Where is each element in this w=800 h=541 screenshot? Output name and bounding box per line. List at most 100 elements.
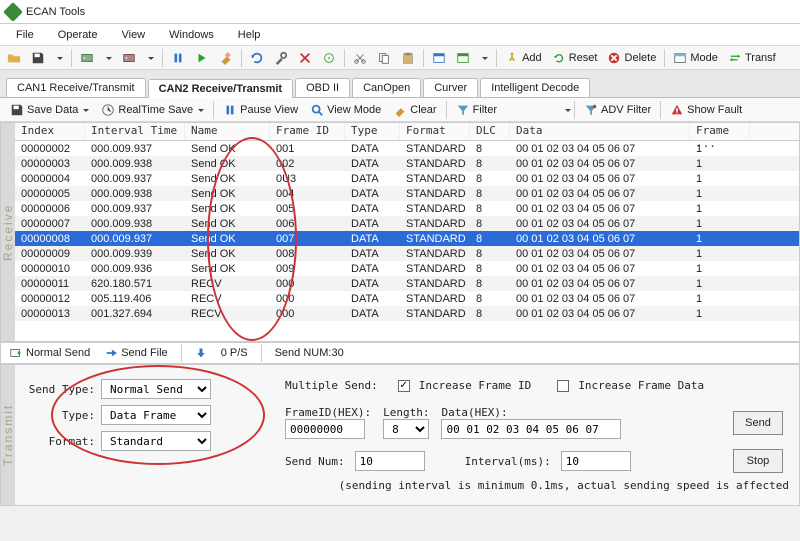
cell-fmt: STANDARD bbox=[400, 143, 470, 155]
increase-framedata-checkbox[interactable] bbox=[557, 380, 569, 392]
col-type[interactable]: Type bbox=[345, 123, 400, 140]
sendnum-input[interactable] bbox=[355, 451, 425, 471]
type-select[interactable]: Data Frame bbox=[101, 405, 211, 425]
device1-dropdown[interactable] bbox=[100, 53, 116, 63]
cell-name: Send OK bbox=[185, 263, 270, 275]
menu-help[interactable]: Help bbox=[226, 27, 273, 43]
refresh-button[interactable] bbox=[246, 49, 268, 67]
tools-button[interactable] bbox=[270, 49, 292, 67]
menu-file[interactable]: File bbox=[4, 27, 46, 43]
length-select[interactable]: 8 bbox=[383, 419, 429, 439]
col-format[interactable]: Format bbox=[400, 123, 470, 140]
cell-fmt: STANDARD bbox=[400, 233, 470, 245]
clear-button[interactable]: Clear bbox=[389, 101, 440, 119]
add-button[interactable]: Add bbox=[501, 49, 546, 67]
window2-button[interactable] bbox=[452, 49, 474, 67]
table-row[interactable]: 00000009000.009.939Send OK008DATASTANDAR… bbox=[15, 246, 799, 261]
window1-button[interactable] bbox=[428, 49, 450, 67]
filter-dropdown[interactable] bbox=[563, 104, 571, 116]
datahex-input[interactable] bbox=[441, 419, 621, 439]
cell-name: Send OK bbox=[185, 158, 270, 170]
sendtype-select[interactable]: Normal Send bbox=[101, 379, 211, 399]
table-row[interactable]: 00000004000.009.937Send OK0U3DATASTANDAR… bbox=[15, 171, 799, 186]
format-select[interactable]: Standard bbox=[101, 431, 211, 451]
transfer-button[interactable]: Transf bbox=[724, 49, 780, 67]
cell-fmt: STANDARD bbox=[400, 248, 470, 260]
stop-button[interactable]: Stop bbox=[733, 449, 783, 473]
table-row[interactable]: 00000013001.327.694RECV000DATASTANDARD80… bbox=[15, 306, 799, 321]
send-button[interactable]: Send bbox=[733, 411, 783, 435]
frameid-input[interactable] bbox=[285, 419, 365, 439]
menu-windows[interactable]: Windows bbox=[157, 27, 226, 43]
cell-dlc: 8 bbox=[470, 143, 510, 155]
cell-data: 00 01 02 03 04 05 06 07 bbox=[510, 248, 690, 260]
savedata-button[interactable]: Save Data bbox=[6, 101, 93, 119]
save-button[interactable] bbox=[27, 49, 49, 67]
table-row[interactable]: 00000002000.009.937Send OK001DATASTANDAR… bbox=[15, 141, 799, 156]
open-button[interactable] bbox=[3, 49, 25, 67]
col-name[interactable]: Name bbox=[185, 123, 270, 140]
increase-frameid-checkbox[interactable] bbox=[398, 380, 410, 392]
delete-button[interactable] bbox=[294, 49, 316, 67]
separator bbox=[213, 101, 214, 119]
col-frameid[interactable]: Frame ID bbox=[270, 123, 345, 140]
cell-idx: 00000003 bbox=[15, 158, 85, 170]
cell-fmt: STANDARD bbox=[400, 173, 470, 185]
cell-fid: 0U3 bbox=[270, 173, 345, 185]
cell-type: DATA bbox=[345, 173, 400, 185]
device2-button[interactable] bbox=[118, 49, 140, 67]
play-button[interactable] bbox=[191, 49, 213, 67]
advfilter-button[interactable]: ADV Filter bbox=[580, 101, 655, 119]
cut-button[interactable] bbox=[349, 49, 371, 67]
delete2-button[interactable]: Delete bbox=[603, 49, 660, 67]
window-dropdown[interactable] bbox=[476, 53, 492, 63]
table-row[interactable]: 00000007000.009.938Send OK006DATASTANDAR… bbox=[15, 216, 799, 231]
realtimesave-button[interactable]: RealTime Save bbox=[97, 101, 208, 119]
interval-input[interactable] bbox=[561, 451, 631, 471]
device1-button[interactable] bbox=[76, 49, 98, 67]
mode-button[interactable]: Mode bbox=[669, 49, 722, 67]
cell-name: Send OK bbox=[185, 233, 270, 245]
grid-body[interactable]: 00000002000.009.937Send OK001DATASTANDAR… bbox=[15, 141, 799, 321]
filter-button[interactable]: Filter bbox=[452, 101, 501, 119]
save-dropdown[interactable] bbox=[51, 53, 67, 63]
down-arrow-icon[interactable] bbox=[191, 345, 211, 361]
col-interval[interactable]: Interval Time bbox=[85, 123, 185, 140]
menu-operate[interactable]: Operate bbox=[46, 27, 110, 43]
tab-canopen[interactable]: CanOpen bbox=[352, 78, 421, 97]
col-dlc[interactable]: DLC bbox=[470, 123, 510, 140]
clear-button[interactable] bbox=[215, 49, 237, 67]
scope-button[interactable] bbox=[318, 49, 340, 67]
device2-dropdown[interactable] bbox=[142, 53, 158, 63]
col-index[interactable]: Index bbox=[15, 123, 85, 140]
table-row[interactable]: 00000008000.009.937Send OK007DATASTANDAR… bbox=[15, 231, 799, 246]
copy-button[interactable] bbox=[373, 49, 395, 67]
showfault-button[interactable]: Show Fault bbox=[666, 101, 746, 119]
viewmode-button[interactable]: View Mode bbox=[306, 101, 385, 119]
table-row[interactable]: 00000011620.180.571RECV000DATASTANDARD80… bbox=[15, 276, 799, 291]
tab-can1[interactable]: CAN1 Receive/Transmit bbox=[6, 78, 146, 97]
cell-fid: 000 bbox=[270, 308, 345, 320]
pauseview-button[interactable]: Pause View bbox=[219, 101, 302, 119]
table-row[interactable]: 00000006000.009.937Send OK005DATASTANDAR… bbox=[15, 201, 799, 216]
separator bbox=[181, 344, 182, 362]
cell-data: 00 01 02 03 04 05 06 07 bbox=[510, 308, 690, 320]
tab-can2[interactable]: CAN2 Receive/Transmit bbox=[148, 79, 294, 98]
table-row[interactable]: 00000012005.119.406RECV000DATASTANDARD80… bbox=[15, 291, 799, 306]
cell-ft: 1 bbox=[690, 293, 750, 305]
length-label: Length: bbox=[383, 406, 429, 419]
tab-curver[interactable]: Curver bbox=[423, 78, 478, 97]
paste-button[interactable] bbox=[397, 49, 419, 67]
pause-button[interactable] bbox=[167, 49, 189, 67]
table-row[interactable]: 00000003000.009.938Send OK002DATASTANDAR… bbox=[15, 156, 799, 171]
table-row[interactable]: 00000005000.009.938Send OK004DATASTANDAR… bbox=[15, 186, 799, 201]
col-data[interactable]: Data bbox=[510, 123, 690, 140]
menu-view[interactable]: View bbox=[109, 27, 157, 43]
tab-obd[interactable]: OBD II bbox=[295, 78, 350, 97]
normalsend-button[interactable]: Normal Send bbox=[5, 344, 94, 362]
reset-button[interactable]: Reset bbox=[548, 49, 602, 67]
col-frame[interactable]: Frame ... bbox=[690, 123, 750, 140]
sendfile-button[interactable]: Send File bbox=[100, 344, 171, 362]
tab-intelligent[interactable]: Intelligent Decode bbox=[480, 78, 590, 97]
table-row[interactable]: 00000010000.009.936Send OK009DATASTANDAR… bbox=[15, 261, 799, 276]
